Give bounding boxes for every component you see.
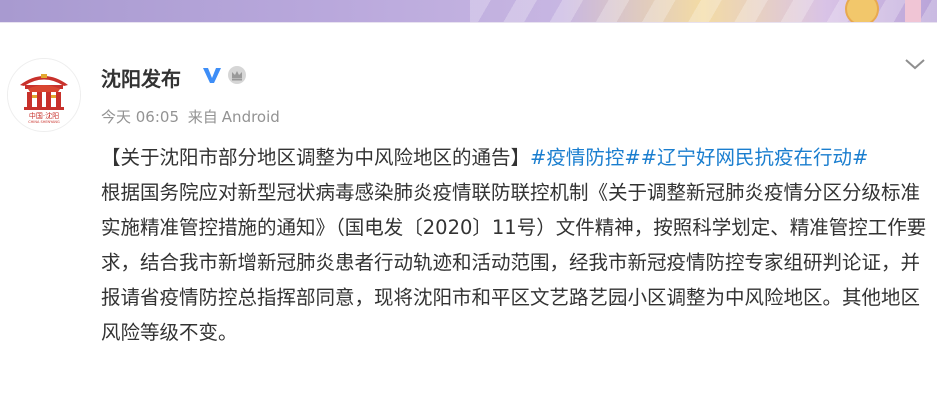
- author-name[interactable]: 沈阳发布: [101, 63, 181, 92]
- post-body: 根据国务院应对新型冠状病毒感染肺炎疫情联防联控机制《关于调整新冠肺炎疫情分区分级…: [101, 181, 927, 344]
- post-meta: 今天 06:05 来自 Android: [101, 106, 284, 127]
- banner-stripe: [905, 0, 921, 22]
- topic-tag-liaoning[interactable]: #辽宁好网民抗疫在行动#: [641, 146, 869, 169]
- post-time[interactable]: 今天 06:05: [101, 108, 179, 126]
- top-banner: [0, 0, 937, 23]
- banner-lantern-icon: [845, 0, 879, 22]
- more-options-chevron-icon[interactable]: [902, 56, 928, 74]
- author-badges: [201, 66, 247, 88]
- avatar-subcaption: CHINA SHENYANG: [28, 120, 60, 124]
- topic-tag-epidemic[interactable]: #疫情防控#: [530, 146, 641, 169]
- post-headline-line: 【关于沈阳市部分地区调整为中风险地区的通告】#疫情防控##辽宁好网民抗疫在行动#: [101, 140, 927, 175]
- post-source[interactable]: Android: [222, 108, 280, 126]
- source-prefix: 来自: [187, 108, 218, 126]
- avatar[interactable]: 中国·沈阳 CHINA SHENYANG: [7, 58, 81, 132]
- post-content: 【关于沈阳市部分地区调整为中风险地区的通告】#疫情防控##辽宁好网民抗疫在行动#…: [101, 140, 927, 350]
- post-headline: 【关于沈阳市部分地区调整为中风险地区的通告】: [101, 146, 531, 169]
- verified-v-icon[interactable]: [201, 65, 223, 89]
- crown-badge-icon[interactable]: [227, 65, 247, 89]
